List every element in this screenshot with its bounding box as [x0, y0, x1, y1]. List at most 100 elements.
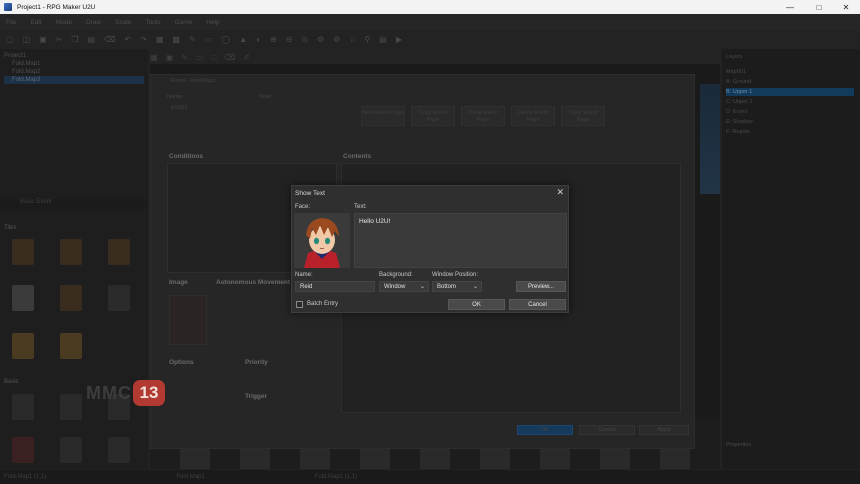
event-cancel-button[interactable]: Cancel — [579, 425, 635, 435]
pencil-icon[interactable]: ✎ — [189, 35, 196, 44]
message-text-area[interactable]: Hello U2U! — [354, 213, 567, 268]
paste-icon[interactable]: ▤ — [88, 35, 96, 44]
copy-icon[interactable]: ❐ — [71, 35, 78, 44]
eraser-icon[interactable]: ⌫ — [224, 53, 235, 62]
pen-tool-icon[interactable]: ✎ — [181, 53, 188, 62]
tile-thumbnail[interactable] — [60, 285, 82, 311]
eyedropper-icon[interactable]: ✐ — [244, 53, 251, 62]
tile-thumbnail[interactable] — [60, 239, 82, 265]
close-window-button[interactable]: ✕ — [832, 0, 860, 14]
rect-tool-icon[interactable]: ▭ — [196, 53, 204, 62]
tile-thumbnail[interactable] — [12, 394, 34, 420]
layer-row[interactable]: C: Upper 2 — [726, 98, 854, 106]
trigger-title: Trigger — [245, 393, 268, 400]
new-page-button[interactable]: New Event Page — [361, 106, 405, 126]
close-icon[interactable]: ✕ — [556, 188, 564, 197]
delete-icon[interactable]: ⌫ — [104, 35, 115, 44]
tile-thumbnail[interactable] — [12, 437, 34, 463]
batch-entry-label: Batch Entry — [307, 301, 339, 307]
zoom-in-icon[interactable]: ⊕ — [270, 35, 277, 44]
undo-icon[interactable]: ↶ — [124, 35, 131, 44]
new-project-icon[interactable]: ▢ — [6, 35, 14, 44]
menu-edit[interactable]: Edit — [30, 19, 41, 26]
background-select-value: Window — [384, 283, 406, 290]
event-mode-icon[interactable]: ▩ — [172, 35, 180, 44]
copy-page-button[interactable]: Copy Event Page — [411, 106, 455, 126]
menu-mode[interactable]: Mode — [56, 19, 72, 26]
map-mode-icon[interactable]: ▦ — [156, 35, 164, 44]
main-toolbar: ▢ ◫ ▣ ✂ ❐ ▤ ⌫ ↶ ↷ ▦ ▩ ✎ ▭ ◯ ▲ ◐ ⊕ ⊖ ⊙ ⚙ … — [0, 31, 860, 47]
event-search-icon[interactable]: ⚲ — [364, 35, 370, 44]
menu-scale[interactable]: Scale — [115, 19, 131, 26]
rectangle-icon[interactable]: ▭ — [205, 35, 213, 44]
minimize-button[interactable]: — — [776, 0, 804, 14]
chevron-down-icon: ⌄ — [472, 284, 478, 290]
save-project-icon[interactable]: ▣ — [39, 35, 47, 44]
preview-button[interactable]: Preview... — [516, 281, 566, 292]
resource-manager-icon[interactable]: ▤ — [379, 35, 387, 44]
tile-thumbnail[interactable] — [12, 285, 34, 311]
tileset-dropdown[interactable]: Basic Event — [0, 199, 148, 209]
ok-button[interactable]: OK — [448, 299, 505, 310]
fill-icon[interactable]: ▲ — [239, 35, 247, 44]
layer-row[interactable]: D: Event — [726, 108, 854, 116]
plugin-icon[interactable]: ⚙ — [333, 35, 340, 44]
event-ok-button[interactable]: OK — [517, 425, 573, 435]
menu-game[interactable]: Game — [175, 19, 193, 26]
tile-thumbnail[interactable] — [60, 333, 82, 359]
clear-page-button[interactable]: Clear Event Page — [561, 106, 605, 126]
redo-icon[interactable]: ↷ — [140, 35, 147, 44]
menu-draw[interactable]: Draw — [86, 19, 101, 26]
menu-help[interactable]: Help — [206, 19, 219, 26]
event-apply-button[interactable]: Apply — [639, 425, 689, 435]
position-select[interactable]: Bottom ⌄ — [432, 281, 482, 292]
event-name-field[interactable]: EV001 — [171, 105, 188, 111]
menu-tools[interactable]: Tools — [145, 19, 160, 26]
status-mid: Fold.Map1 — [176, 474, 205, 480]
maximize-button[interactable]: □ — [805, 0, 833, 14]
sound-test-icon[interactable]: ♫ — [349, 35, 355, 44]
event-image[interactable] — [169, 295, 207, 345]
tile-thumbnail[interactable] — [108, 437, 130, 463]
background-select[interactable]: Window ⌄ — [379, 281, 429, 292]
name-input[interactable]: Reid — [295, 281, 375, 292]
layer-row-selected[interactable]: B: Upper 1 — [726, 88, 854, 96]
face-portrait[interactable] — [294, 213, 350, 268]
zoom-reset-icon[interactable]: ⊙ — [301, 35, 308, 44]
tile-thumbnail[interactable] — [108, 285, 130, 311]
tile-thumbnail[interactable] — [12, 333, 34, 359]
open-project-icon[interactable]: ◫ — [23, 35, 31, 44]
tile-thumbnail[interactable] — [60, 437, 82, 463]
map-tree-item[interactable]: Fold.Map2 — [4, 68, 144, 76]
tile-thumbnail[interactable] — [108, 239, 130, 265]
map-tree-project[interactable]: Project1 — [4, 52, 144, 60]
paste-page-button[interactable]: Paste Event Page — [461, 106, 505, 126]
tile-thumbnail[interactable] — [60, 394, 82, 420]
layer-row[interactable]: A: Ground — [726, 78, 854, 86]
layer-row[interactable]: F: Region — [726, 128, 854, 136]
zoom-out-icon[interactable]: ⊖ — [286, 35, 293, 44]
tiles-section-header[interactable]: Tiles — [4, 225, 144, 233]
shadow-pen-icon[interactable]: ◐ — [256, 35, 261, 44]
cut-icon[interactable]: ✂ — [56, 35, 63, 44]
select-tool-icon[interactable]: □ — [211, 53, 216, 62]
map-tree-item[interactable]: Fold.Map1 — [4, 60, 144, 68]
map-list-panel: Project1 Fold.Map1 Fold.Map2 Fold.Map3 B… — [0, 49, 148, 469]
layer-row[interactable]: E: Shadow — [726, 118, 854, 126]
cancel-button[interactable]: Cancel — [509, 299, 566, 310]
layer-group[interactable]: Map001 — [726, 68, 854, 76]
options-title: Options — [169, 359, 194, 366]
batch-entry-checkbox[interactable] — [296, 301, 303, 308]
tile-thumbnail[interactable] — [12, 239, 34, 265]
ellipse-icon[interactable]: ◯ — [221, 35, 230, 44]
database-icon[interactable]: ⚙ — [317, 35, 324, 44]
map-tree-item-selected[interactable]: Fold.Map3 — [4, 76, 144, 84]
map-tree: Project1 Fold.Map1 Fold.Map2 Fold.Map3 — [4, 52, 144, 84]
layer-all-icon[interactable]: ▦ — [150, 53, 158, 62]
layer-current-icon[interactable]: ▣ — [166, 53, 174, 62]
playtest-icon[interactable]: ▶ — [396, 35, 402, 44]
background-label: Background: — [379, 272, 413, 278]
secondary-toolbar: ▦ ▣ ✎ ▭ □ ⌫ ✐ — [150, 50, 490, 64]
delete-page-button[interactable]: Delete Event Page — [511, 106, 555, 126]
menu-file[interactable]: File — [6, 19, 16, 26]
